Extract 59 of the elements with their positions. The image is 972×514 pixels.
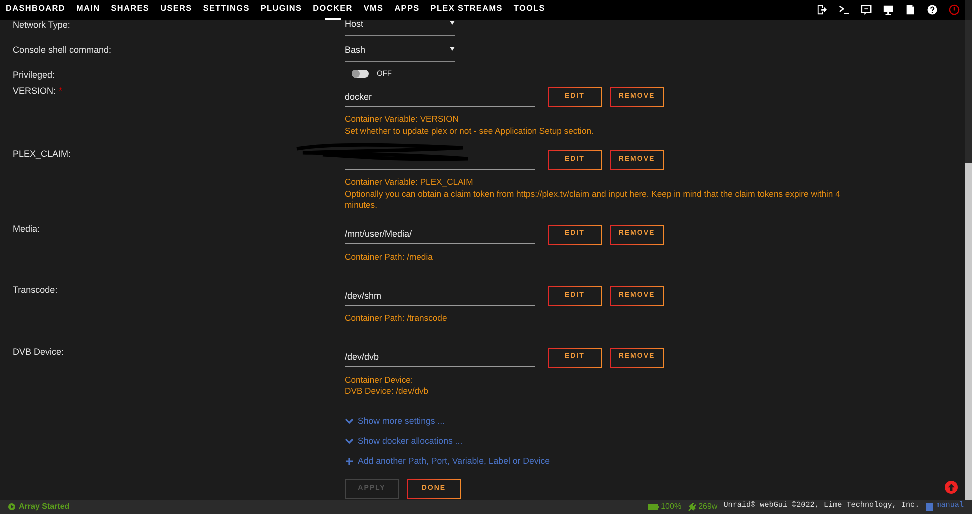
help-text: Optionally you can obtain a claim token from https://plex.tv/claim and input here. Keep in mind that the claim tokens expire within 4 minutes.: [345, 188, 842, 212]
scrollbar[interactable]: [965, 20, 972, 500]
dropdown-select[interactable]: Host: [345, 20, 455, 36]
power-usage: 269w: [698, 501, 718, 513]
input-field[interactable]: /dev/shm: [345, 286, 535, 306]
help-text: Container Device:: [345, 374, 414, 386]
toggle-switch[interactable]: [352, 70, 369, 78]
input-field[interactable]: /dev/dvb: [345, 348, 535, 367]
nav-tab[interactable]: SETTINGS: [203, 0, 250, 20]
input-field[interactable]: docker: [345, 88, 535, 106]
play-circle-icon: [8, 503, 16, 511]
nav-tab[interactable]: TOOLS: [514, 0, 546, 20]
message-icon[interactable]: [861, 4, 872, 16]
book-icon: [926, 502, 933, 511]
add-link[interactable]: Add another Path, Port, Variable, Label or Device: [345, 454, 965, 468]
scroll-to-top-icon[interactable]: [945, 481, 958, 494]
nav-tab[interactable]: PLUGINS: [260, 0, 302, 20]
help-text: Container Variable: VERSION: [345, 114, 460, 126]
help-text: Container Path: /media: [345, 252, 434, 263]
nav-tab[interactable]: DOCKER: [313, 0, 353, 20]
plug-icon: [688, 503, 697, 511]
nav-tab[interactable]: MAIN: [76, 0, 100, 20]
monitor-icon[interactable]: [883, 4, 894, 16]
logout-icon[interactable]: [817, 4, 828, 16]
chevron-down-icon: [345, 416, 354, 426]
help-icon[interactable]: [927, 4, 938, 16]
help-text: Set whether to update plex or not - see Application Setup section.: [345, 126, 595, 137]
battery-level: 100%: [661, 501, 682, 513]
nav-tab[interactable]: SHARES: [111, 0, 150, 20]
help-text: Container Path: /transcode: [345, 313, 448, 324]
nav-tab[interactable]: DASHBOARD: [6, 0, 66, 20]
terminal-icon[interactable]: [839, 4, 850, 16]
field-label: PLEX_CLAIM:: [13, 148, 72, 161]
help-text: Container Variable: PLEX_CLAIM: [345, 177, 474, 188]
field-label: Console shell command:: [13, 44, 113, 57]
nav-tab[interactable]: PLEX STREAMS: [430, 0, 503, 20]
nav-tab[interactable]: USERS: [160, 0, 192, 20]
field-label: Network Type:: [13, 20, 72, 32]
plus-icon: [345, 456, 354, 466]
nav-tab[interactable]: VMS: [364, 0, 384, 20]
field-label: DVB Device:: [13, 346, 66, 358]
help-text: DVB Device: /dev/dvb: [345, 386, 430, 398]
caret-icon: [450, 47, 455, 51]
field-label: Transcode:: [13, 284, 59, 297]
toggle-link[interactable]: Show more settings ...: [345, 414, 965, 428]
toggle-link[interactable]: Show docker allocations ...: [345, 434, 965, 448]
input-field[interactable]: /mnt/user/Media/: [345, 225, 535, 244]
battery-icon: [648, 504, 660, 510]
power-icon[interactable]: [949, 4, 960, 16]
field-label: Media:: [13, 222, 42, 236]
array-status: Array Started: [8, 501, 70, 513]
chevron-down-icon: [345, 436, 354, 446]
scrollbar-thumb[interactable]: [965, 163, 972, 500]
document-icon[interactable]: [905, 4, 916, 16]
field-label: Privileged:: [13, 69, 56, 82]
dropdown-select[interactable]: Bash: [345, 43, 455, 62]
required-marker: *: [59, 86, 63, 96]
nav-tab[interactable]: APPS: [394, 0, 420, 20]
field-label: VERSION: *: [13, 85, 64, 98]
